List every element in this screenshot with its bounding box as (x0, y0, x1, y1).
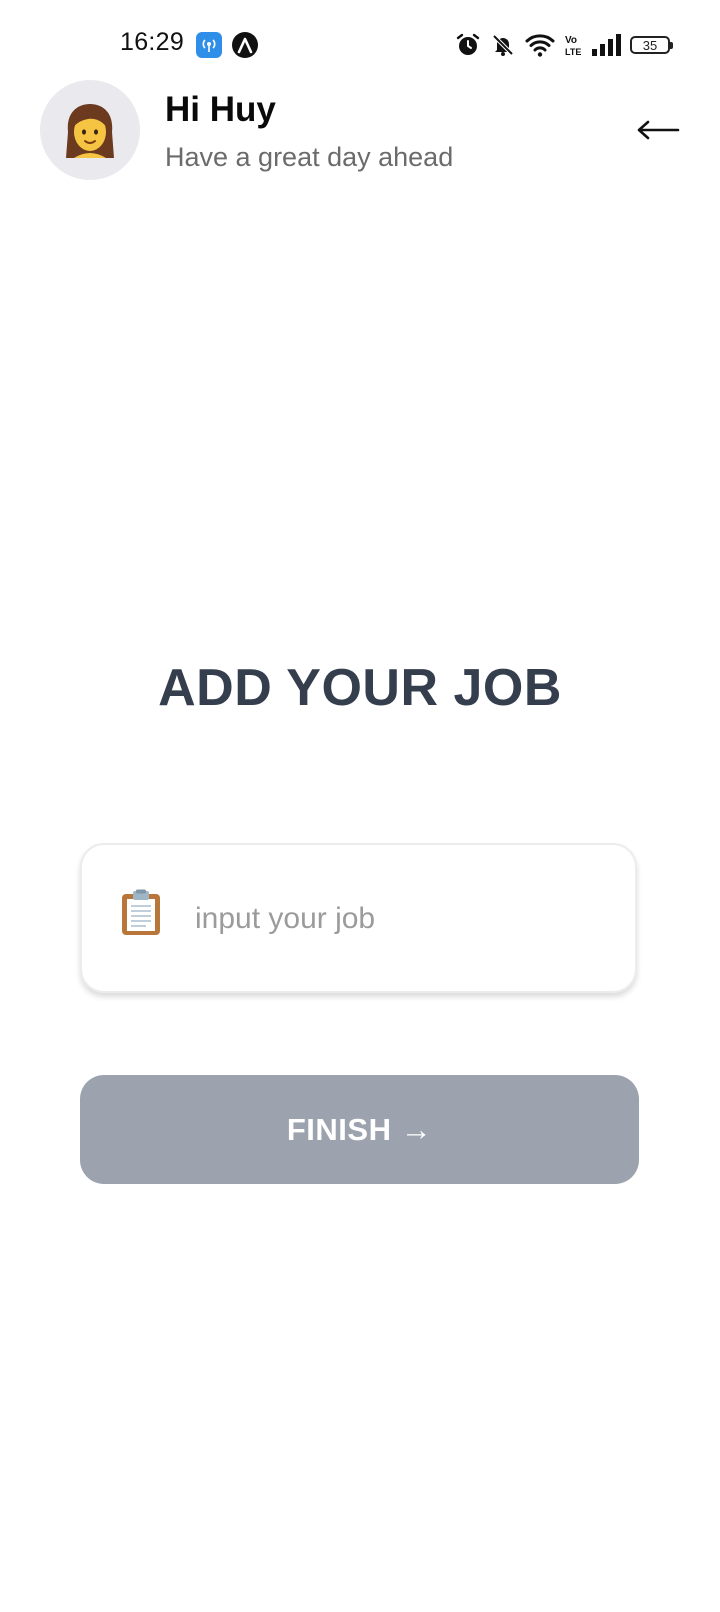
battery-icon: 35 (630, 36, 673, 54)
finish-button[interactable]: FINISH → (80, 1075, 639, 1184)
subtitle: Have a great day ahead (165, 142, 454, 172)
avatar (40, 80, 140, 180)
status-bar: 16:29 Vo LTE 35 (0, 0, 720, 80)
job-input-card[interactable] (80, 843, 637, 993)
arrow-left-icon (637, 120, 680, 140)
page-title: ADD YOUR JOB (158, 659, 562, 717)
header: Hi Huy Have a great day ahead (0, 80, 720, 180)
battery-level: 35 (642, 37, 658, 53)
wifi-icon (525, 34, 555, 57)
bell-muted-icon (492, 34, 514, 56)
job-input[interactable] (195, 891, 615, 947)
hotspot-app-icon (196, 32, 222, 58)
status-icons: Vo LTE 35 (455, 30, 673, 60)
arc-app-icon (232, 32, 258, 58)
finish-button-label: FINISH → (286, 1111, 433, 1147)
clipboard-icon (122, 889, 160, 935)
status-time: 16:29 (120, 28, 185, 56)
back-button[interactable] (636, 118, 680, 142)
svg-text:Vo: Vo (565, 35, 577, 46)
woman-emoji-icon (66, 104, 114, 158)
alarm-icon (456, 33, 480, 55)
signal-icon (592, 34, 621, 56)
greeting: Hi Huy (165, 90, 276, 129)
volte-icon: Vo LTE (565, 35, 581, 57)
svg-text:LTE: LTE (565, 47, 581, 57)
